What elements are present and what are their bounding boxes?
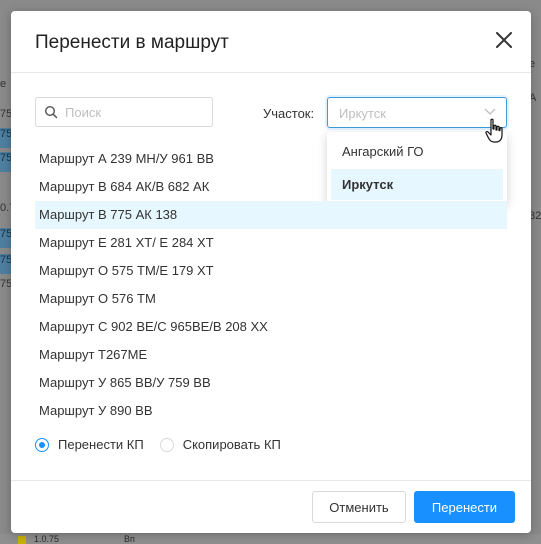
dialog-header: Перенести в маршрут xyxy=(11,11,531,73)
route-item[interactable]: Маршрут О 576 ТМ xyxy=(35,285,507,313)
hand-pointer-icon xyxy=(485,118,503,143)
route-list: Маршрут А 239 МН/У 961 ВВ Маршрут В 684 … xyxy=(35,145,507,425)
route-item[interactable]: Маршрут С 902 ВЕ/С 965ВЕ/В 208 ХХ xyxy=(35,313,507,341)
route-item[interactable]: Маршрут Т267МЕ xyxy=(35,341,507,369)
close-icon xyxy=(496,32,512,48)
radio-copy[interactable]: Скопировать КП xyxy=(159,437,281,452)
cancel-button[interactable]: Отменить xyxy=(312,491,406,523)
area-select[interactable]: Иркутск xyxy=(327,97,507,128)
route-item[interactable]: Маршрут О 575 ТМ/Е 179 ХТ xyxy=(35,257,507,285)
confirm-button[interactable]: Перенести xyxy=(414,491,515,523)
route-item[interactable]: Маршрут У 890 ВВ xyxy=(35,397,507,425)
bg-bottom-row: 1.0.75 Вп xyxy=(0,534,541,544)
area-label: Участок: xyxy=(263,106,315,121)
route-item[interactable]: Маршрут У 865 ВВ/У 759 ВВ xyxy=(35,369,507,397)
move-to-route-dialog: Перенести в маршрут Участок: Иркутск Анг… xyxy=(11,11,531,533)
search-icon xyxy=(44,105,58,119)
radio-move[interactable]: Перенести КП xyxy=(35,437,144,452)
route-item[interactable]: Маршрут В 684 АК/В 682 АК xyxy=(35,173,507,201)
action-radio-group: Перенести КП Скопировать КП xyxy=(35,437,297,452)
radio-copy-dot[interactable] xyxy=(159,437,174,452)
route-item[interactable]: Маршрут А 239 МН/У 961 ВВ xyxy=(35,145,507,173)
route-item-highlighted[interactable]: Маршрут В 775 АК 138 xyxy=(35,201,507,229)
area-select-value: Иркутск xyxy=(339,106,386,121)
bg-bottom-text: 1.0.75 xyxy=(34,534,60,544)
route-item[interactable]: Маршрут Е 281 ХТ/ Е 284 ХТ xyxy=(35,229,507,257)
close-button[interactable] xyxy=(493,29,515,51)
bg-bottom-text: Вп xyxy=(124,534,135,544)
dialog-footer: Отменить Перенести xyxy=(11,480,531,533)
radio-copy-label: Скопировать КП xyxy=(182,437,281,452)
chevron-down-icon xyxy=(484,108,496,115)
radio-move-label: Перенести КП xyxy=(58,437,144,452)
search-field[interactable] xyxy=(35,97,213,127)
search-input[interactable] xyxy=(63,103,207,121)
radio-move-dot[interactable] xyxy=(35,437,49,452)
dialog-title: Перенести в маршрут xyxy=(35,32,229,53)
bg-status-square xyxy=(18,536,26,544)
